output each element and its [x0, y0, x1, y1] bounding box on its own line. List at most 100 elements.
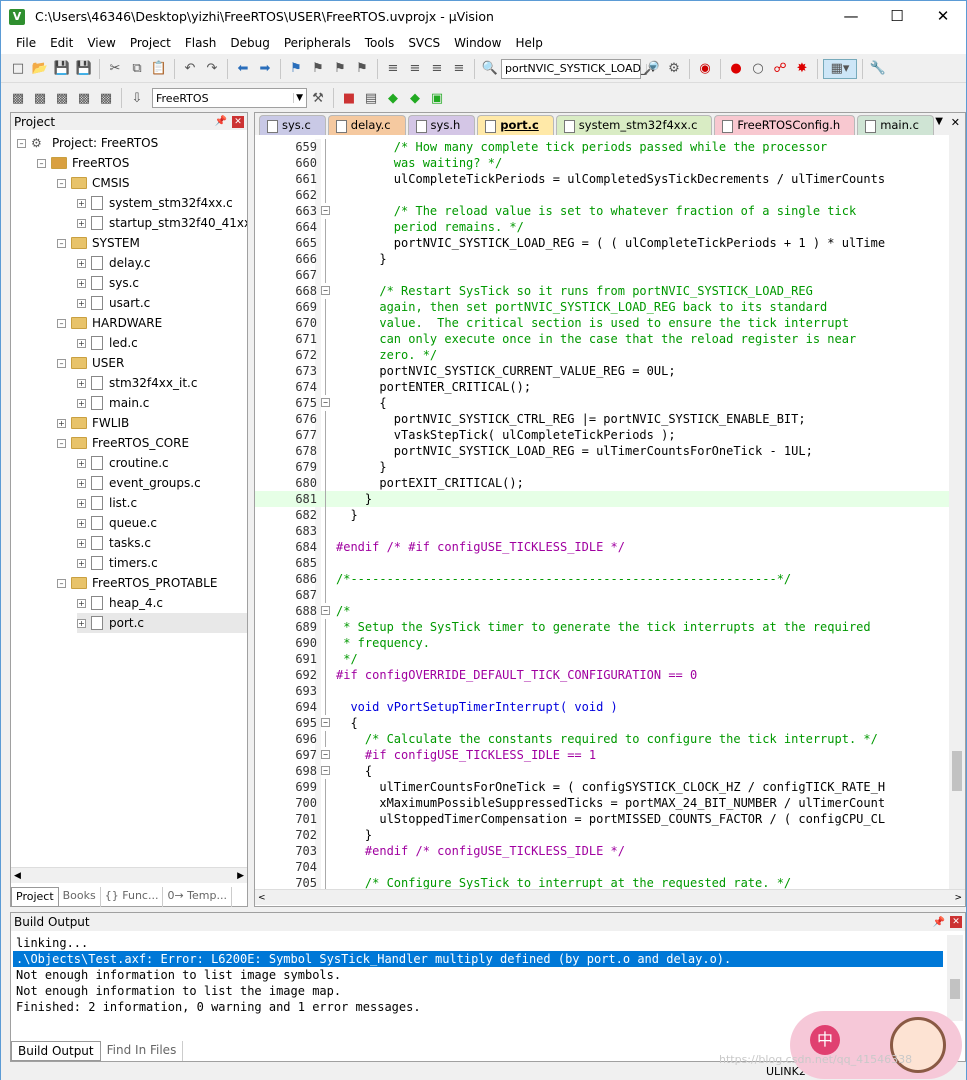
- kill-breakpoints-icon[interactable]: ✸: [792, 59, 812, 79]
- tree-file-item[interactable]: + stm32f4xx_it.c: [77, 373, 197, 393]
- tree-file-item[interactable]: + system_stm32f4xx.c: [77, 193, 233, 213]
- expand-icon[interactable]: +: [77, 598, 86, 608]
- editor-tab-sys-h[interactable]: sys.h: [407, 115, 476, 135]
- collapse-icon[interactable]: –: [57, 438, 66, 448]
- uncomment-icon[interactable]: ≡: [449, 59, 469, 79]
- tree-file-item[interactable]: + delay.c: [77, 253, 151, 273]
- expand-icon[interactable]: +: [77, 518, 86, 528]
- expand-icon[interactable]: +: [77, 538, 86, 548]
- expand-icon[interactable]: +: [77, 458, 86, 468]
- scroll-thumb[interactable]: [950, 979, 960, 999]
- build-output-line[interactable]: .\Objects\Test.axf: Error: L6200E: Symbo…: [13, 951, 943, 967]
- save-icon[interactable]: 💾: [52, 59, 72, 79]
- open-folder-icon[interactable]: 📂: [30, 59, 50, 79]
- pin-icon[interactable]: 📌: [933, 917, 945, 928]
- scroll-left-icon[interactable]: ◀: [14, 871, 21, 881]
- project-tab-0[interactable]: Project: [11, 887, 59, 907]
- build-icon[interactable]: ▩: [30, 88, 50, 108]
- menu-item-debug[interactable]: Debug: [223, 36, 276, 50]
- fold-icon[interactable]: −: [321, 398, 330, 407]
- manage-components-icon[interactable]: ■: [339, 88, 359, 108]
- cut-icon[interactable]: ✂: [105, 59, 125, 79]
- fold-icon[interactable]: −: [321, 606, 330, 615]
- code-area[interactable]: 659 /* How many complete tick periods pa…: [255, 139, 949, 889]
- find-in-files-icon[interactable]: 🔍: [480, 59, 500, 79]
- pin-icon[interactable]: 📌: [215, 116, 227, 127]
- tree-folder-item[interactable]: – USER: [57, 353, 124, 373]
- collapse-icon[interactable]: –: [37, 158, 46, 168]
- fold-icon[interactable]: −: [321, 286, 330, 295]
- target-select[interactable]: FreeRTOS ▼: [152, 88, 307, 108]
- tree-file-item[interactable]: + startup_stm32f40_41xxx.s: [77, 213, 247, 233]
- editor-hscrollbar[interactable]: < >: [255, 889, 965, 905]
- menu-item-peripherals[interactable]: Peripherals: [277, 36, 358, 50]
- collapse-icon[interactable]: –: [57, 358, 66, 368]
- collapse-icon[interactable]: –: [57, 238, 66, 248]
- expand-icon[interactable]: +: [77, 398, 86, 408]
- collapse-icon[interactable]: –: [17, 138, 26, 148]
- tree-file-item[interactable]: + heap_4.c: [77, 593, 163, 613]
- menu-item-svcs[interactable]: SVCS: [401, 36, 447, 50]
- collapse-icon[interactable]: –: [57, 178, 66, 188]
- breakpoint-icon[interactable]: ●: [726, 59, 746, 79]
- close-icon[interactable]: ✕: [950, 916, 962, 928]
- close-button[interactable]: ✕: [920, 1, 966, 32]
- tree-file-item[interactable]: + event_groups.c: [77, 473, 201, 493]
- build-tab-0[interactable]: Build Output: [11, 1041, 101, 1061]
- expand-icon[interactable]: +: [77, 478, 86, 488]
- scroll-left-icon[interactable]: <: [258, 893, 266, 903]
- bookmark-icon[interactable]: ⚑: [286, 59, 306, 79]
- scroll-thumb[interactable]: [952, 751, 962, 791]
- collapse-icon[interactable]: –: [57, 318, 66, 328]
- disable-all-breakpoints-icon[interactable]: ☍: [770, 59, 790, 79]
- run-time-env-icon[interactable]: ▣: [427, 88, 447, 108]
- save-all-icon[interactable]: 💾: [74, 59, 94, 79]
- editor-vscrollbar[interactable]: [949, 135, 965, 889]
- project-tab-3[interactable]: 0→ Temp...: [163, 887, 232, 907]
- stop-build-icon[interactable]: ▩: [96, 88, 116, 108]
- redo-icon[interactable]: ↷: [202, 59, 222, 79]
- expand-icon[interactable]: +: [77, 198, 86, 208]
- fold-icon[interactable]: −: [321, 766, 330, 775]
- tree-file-item[interactable]: + main.c: [77, 393, 149, 413]
- expand-icon[interactable]: +: [77, 378, 86, 388]
- expand-icon[interactable]: +: [77, 298, 86, 308]
- nav-back-icon[interactable]: ⬅: [233, 59, 253, 79]
- copy-icon[interactable]: ⧉: [127, 59, 147, 79]
- close-tab-icon[interactable]: ✕: [951, 116, 960, 129]
- scroll-right-icon[interactable]: ▶: [237, 871, 244, 881]
- expand-icon[interactable]: +: [77, 618, 86, 628]
- build-tab-1[interactable]: Find In Files: [101, 1041, 184, 1061]
- minimize-button[interactable]: —: [828, 1, 874, 32]
- tree-file-item[interactable]: + queue.c: [77, 513, 157, 533]
- undo-icon[interactable]: ↶: [180, 59, 200, 79]
- build-output-text[interactable]: linking... .\Objects\Test.axf: Error: L62…: [13, 935, 943, 1021]
- expand-icon[interactable]: +: [77, 278, 86, 288]
- build-vscrollbar[interactable]: [947, 935, 963, 1021]
- code-editor[interactable]: sys.c delay.c sys.h port.c system_stm32f4xx.…: [254, 112, 966, 907]
- collapse-icon[interactable]: +: [57, 418, 66, 428]
- menu-item-window[interactable]: Window: [447, 36, 508, 50]
- menu-item-flash[interactable]: Flash: [178, 36, 223, 50]
- tree-file-item[interactable]: + timers.c: [77, 553, 158, 573]
- download-icon[interactable]: ⇩: [127, 88, 147, 108]
- menu-item-edit[interactable]: Edit: [43, 36, 80, 50]
- find-combo[interactable]: portNVIC_SYSTICK_LOAD_ ▼: [501, 58, 656, 79]
- nav-forward-icon[interactable]: ➡: [255, 59, 275, 79]
- expand-icon[interactable]: +: [77, 338, 86, 348]
- tree-folder-item[interactable]: + FWLIB: [57, 413, 129, 433]
- tab-menu-icon[interactable]: ▼: [935, 116, 943, 127]
- menu-item-tools[interactable]: Tools: [358, 36, 402, 50]
- fold-icon[interactable]: −: [321, 718, 330, 727]
- tree-file-item[interactable]: + port.c: [77, 613, 247, 633]
- expand-icon[interactable]: +: [77, 498, 86, 508]
- menu-item-project[interactable]: Project: [123, 36, 178, 50]
- tree-folder-item[interactable]: – SYSTEM: [57, 233, 140, 253]
- tree-file-item[interactable]: + sys.c: [77, 273, 139, 293]
- fold-icon[interactable]: −: [321, 206, 330, 215]
- menu-item-file[interactable]: File: [9, 36, 43, 50]
- menu-item-view[interactable]: View: [80, 36, 122, 50]
- build-output-line[interactable]: Not enough information to list image sym…: [13, 967, 943, 983]
- prev-bookmark-icon[interactable]: ⚑: [308, 59, 328, 79]
- incremental-find-icon[interactable]: ⚙: [664, 59, 684, 79]
